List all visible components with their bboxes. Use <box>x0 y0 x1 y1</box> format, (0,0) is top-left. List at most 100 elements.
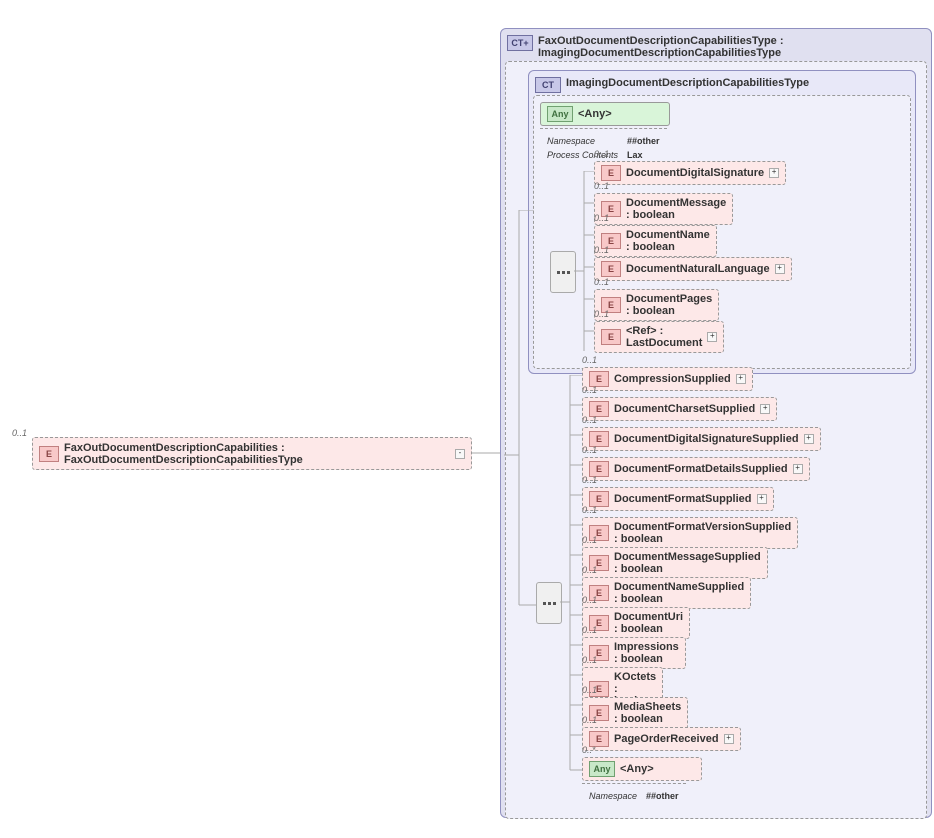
element-box[interactable]: EDocumentMessageSupplied : boolean <box>582 547 768 579</box>
element-label: DocumentCharsetSupplied <box>614 403 755 415</box>
expand-icon[interactable]: + <box>757 494 767 504</box>
element-label: DocumentFormatDetailsSupplied <box>614 463 788 475</box>
element-node: 0..1EDocumentPages : boolean <box>594 289 719 321</box>
element-icon: E <box>39 446 59 462</box>
expand-icon[interactable]: + <box>707 332 717 342</box>
root-cardinality: 0..1 <box>12 428 27 438</box>
element-label: DocumentPages : boolean <box>626 293 712 317</box>
expand-icon[interactable]: + <box>793 464 803 474</box>
element-node: 0..1E<Ref> : LastDocument+ <box>594 321 724 353</box>
element-label: MediaSheets : boolean <box>614 701 681 725</box>
root-to-inner-line <box>504 210 538 610</box>
element-box[interactable]: E DocumentDigitalSignature + <box>594 161 786 185</box>
element-label: DocumentDigitalSignature <box>626 167 764 179</box>
element-box[interactable]: EImpressions : boolean <box>582 637 686 669</box>
element-box[interactable]: EPageOrderReceived+ <box>582 727 741 751</box>
cardinality-label: 0..1 <box>582 385 597 395</box>
element-node: 0..1EDocumentDigitalSignature+ <box>594 161 786 185</box>
expand-icon[interactable]: + <box>804 434 814 444</box>
element-label: DocumentDigitalSignatureSupplied <box>614 433 799 445</box>
element-label: DocumentNameSupplied : boolean <box>614 581 744 605</box>
cardinality-label: 0..1 <box>582 505 597 515</box>
element-node: 0..1EDocumentFormatDetailsSupplied+ <box>582 457 810 481</box>
element-box[interactable]: E <Ref> : LastDocument + <box>594 321 724 353</box>
connector-line <box>472 451 502 455</box>
element-box[interactable]: EDocumentCharsetSupplied+ <box>582 397 777 421</box>
element-node: 0..1EPageOrderReceived+ <box>582 727 741 751</box>
cardinality-label: 0..1 <box>582 595 597 605</box>
element-box[interactable]: EDocumentFormatSupplied+ <box>582 487 774 511</box>
element-node: 0..1EDocumentName : boolean <box>594 225 717 257</box>
complex-type-icon: CT+ <box>507 35 533 51</box>
cardinality-label: 0..1 <box>582 565 597 575</box>
element-label: <Ref> : LastDocument <box>626 325 702 349</box>
element-icon: E <box>601 261 621 277</box>
element-label: DocumentMessageSupplied : boolean <box>614 551 761 575</box>
cardinality-label: 0..1 <box>582 415 597 425</box>
element-node: 0..1EDocumentFormatSupplied+ <box>582 487 774 511</box>
element-label: DocumentMessage : boolean <box>626 197 726 221</box>
element-box[interactable]: EDocumentNaturalLanguage+ <box>594 257 792 281</box>
sequence-connector-inner <box>550 251 576 293</box>
cardinality-label: 0..1 <box>582 715 597 725</box>
cardinality-label: 0..1 <box>582 475 597 485</box>
root-element[interactable]: E FaxOutDocumentDescriptionCapabilities … <box>32 437 472 470</box>
element-node: 0..1EDocumentNaturalLanguage+ <box>594 257 792 281</box>
inner-ct-header: CT ImagingDocumentDescriptionCapabilitie… <box>533 75 911 95</box>
expand-icon[interactable]: + <box>775 264 785 274</box>
element-box[interactable]: EDocumentNameSupplied : boolean <box>582 577 751 609</box>
cardinality-label: 0..1 <box>594 309 609 319</box>
any-icon: Any <box>589 761 615 777</box>
cardinality-label: 0..1 <box>582 535 597 545</box>
element-label: DocumentName : boolean <box>626 229 710 253</box>
element-node: 0..1EDocumentFormatVersionSupplied : boo… <box>582 517 798 549</box>
expand-icon[interactable]: + <box>769 168 779 178</box>
element-node: 0..1EDocumentCharsetSupplied+ <box>582 397 777 421</box>
element-box[interactable]: EDocumentDigitalSignatureSupplied+ <box>582 427 821 451</box>
element-box[interactable]: EDocumentMessage : boolean <box>594 193 733 225</box>
root-label: FaxOutDocumentDescriptionCapabilities : … <box>64 442 450 466</box>
element-node: 0..1EDocumentDigitalSignatureSupplied+ <box>582 427 821 451</box>
cardinality-label: 0..1 <box>582 445 597 455</box>
cardinality-label: 0..1 <box>582 685 597 695</box>
complex-type-icon: CT <box>535 77 561 93</box>
element-box[interactable]: EMediaSheets : boolean <box>582 697 688 729</box>
any-icon: Any <box>547 106 573 122</box>
element-node: 0..1EDocumentMessage : boolean <box>594 193 733 225</box>
element-box[interactable]: EDocumentFormatDetailsSupplied+ <box>582 457 810 481</box>
expand-icon[interactable]: + <box>736 374 746 384</box>
expand-icon[interactable]: + <box>760 404 770 414</box>
element-box[interactable]: EDocumentPages : boolean <box>594 289 719 321</box>
expand-icon[interactable]: - <box>455 449 465 459</box>
expand-icon[interactable]: + <box>724 734 734 744</box>
outer-ct-header: CT+ FaxOutDocumentDescriptionCapabilitie… <box>505 33 927 61</box>
element-node: 0..1EDocumentUri : boolean <box>582 607 690 639</box>
element-node: 0..1EDocumentMessageSupplied : boolean <box>582 547 768 579</box>
cardinality-label: 0..1 <box>582 655 597 665</box>
cardinality-label: 0..1 <box>594 213 609 223</box>
inner-complex-type: CT ImagingDocumentDescriptionCapabilitie… <box>528 70 916 374</box>
element-node: 0..1EImpressions : boolean <box>582 637 686 669</box>
element-label: CompressionSupplied <box>614 373 731 385</box>
element-node: 0..1EDocumentNameSupplied : boolean <box>582 577 751 609</box>
element-label: DocumentUri : boolean <box>614 611 683 635</box>
element-icon: E <box>601 165 621 181</box>
element-node: 0..1EMediaSheets : boolean <box>582 697 688 729</box>
element-label: PageOrderReceived <box>614 733 719 745</box>
element-box[interactable]: EDocumentFormatVersionSupplied : boolean <box>582 517 798 549</box>
element-box[interactable]: EDocumentName : boolean <box>594 225 717 257</box>
element-box[interactable]: ECompressionSupplied+ <box>582 367 753 391</box>
any-wildcard-bottom: 0..* Any <Any> Namespace##other <box>582 757 702 808</box>
element-label: DocumentFormatSupplied <box>614 493 752 505</box>
sequence-connector-outer <box>536 582 562 624</box>
inner-connector-lines <box>574 171 594 371</box>
element-icon: E <box>601 329 621 345</box>
outer-complex-type: CT+ FaxOutDocumentDescriptionCapabilitie… <box>500 28 932 818</box>
outer-connector-lines <box>560 375 582 785</box>
cardinality-label: 0..1 <box>582 625 597 635</box>
element-node: 0..1ECompressionSupplied+ <box>582 367 753 391</box>
element-box[interactable]: EDocumentUri : boolean <box>582 607 690 639</box>
element-label: Impressions : boolean <box>614 641 679 665</box>
cardinality-label: 0..1 <box>594 277 609 287</box>
cardinality-label: 0..1 <box>594 149 609 159</box>
